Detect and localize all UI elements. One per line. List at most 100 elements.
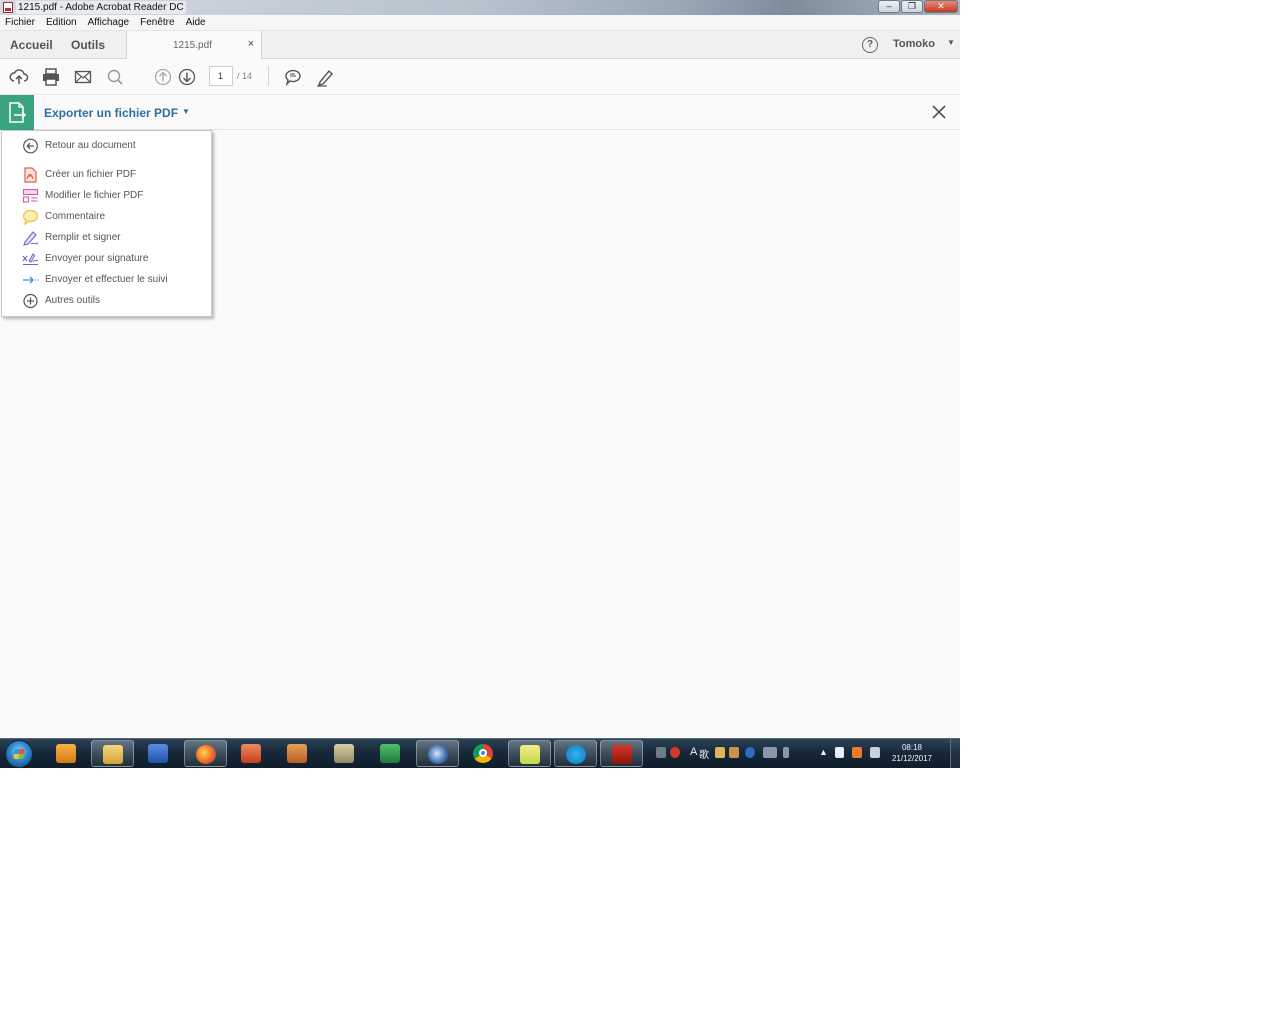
- tray-ime-settings-icon[interactable]: [783, 747, 789, 758]
- tray-help-icon[interactable]: [745, 747, 755, 758]
- menu-item-edit-pdf[interactable]: Modifier le fichier PDF: [2, 186, 211, 206]
- maximize-button[interactable]: ❐: [901, 0, 923, 13]
- taskbar-firefox[interactable]: [184, 740, 227, 767]
- taskbar-notes[interactable]: [508, 740, 551, 767]
- menu-item-more-tools[interactable]: Autres outils: [2, 291, 211, 311]
- taskbar-app-files[interactable]: [323, 740, 366, 767]
- menu-affichage[interactable]: Affichage: [88, 15, 130, 30]
- menu-item-back-to-document[interactable]: Retour au document: [2, 136, 211, 156]
- tool-pane-title[interactable]: Exporter un fichier PDF: [44, 106, 178, 120]
- tray-alert-icon[interactable]: [670, 747, 680, 758]
- menu-item-create-pdf[interactable]: Créer un fichier PDF: [2, 165, 211, 185]
- create-pdf-icon: [22, 167, 39, 183]
- tool-pane-header: Exporter un fichier PDF ▼: [0, 94, 960, 130]
- skype-icon: [566, 745, 586, 764]
- action-center-flag-icon[interactable]: [835, 747, 844, 758]
- tray-ime-tool-icon[interactable]: [715, 747, 725, 758]
- fill-sign-icon: [22, 230, 39, 246]
- chrome-icon: [473, 744, 493, 763]
- highlight-pen-icon[interactable]: [315, 67, 335, 87]
- acrobat-icon: [612, 745, 632, 764]
- window-title: 1215.pdf - Adobe Acrobat Reader DC: [16, 1, 186, 14]
- send-track-icon: [22, 272, 39, 288]
- menu-item-label: Envoyer pour signature: [45, 253, 149, 264]
- acrobat-app-icon: [3, 2, 13, 13]
- windows-taskbar: A 歌 ▲ 08:18 21/12/2017: [0, 738, 960, 768]
- tray-firefox-x-icon[interactable]: [852, 747, 862, 758]
- menu-item-comment[interactable]: Commentaire: [2, 207, 211, 227]
- taskbar-powerpoint[interactable]: [230, 740, 273, 767]
- tab-home[interactable]: Accueil: [10, 31, 53, 59]
- upload-cloud-icon[interactable]: [9, 67, 29, 87]
- tray-ime-options-icon[interactable]: [763, 747, 777, 758]
- page-total: / 14: [237, 71, 253, 81]
- clock-time: 08:18: [901, 743, 922, 752]
- taskbar-media-player[interactable]: [45, 740, 88, 767]
- excel-icon: [380, 744, 400, 763]
- ime-kana-label[interactable]: 歌: [699, 746, 709, 761]
- help-icon[interactable]: ?: [862, 37, 878, 53]
- title-bar: 1215.pdf - Adobe Acrobat Reader DC – ❐ ✕: [0, 0, 960, 15]
- minimize-button[interactable]: –: [878, 0, 900, 13]
- toolbar: [0, 59, 960, 94]
- next-page-icon[interactable]: [177, 67, 197, 87]
- media-player-icon: [56, 744, 76, 763]
- taskbar-chrome[interactable]: [462, 740, 505, 767]
- tray-package-icon[interactable]: [729, 747, 739, 758]
- tab-document[interactable]: 1215.pdf ×: [126, 31, 262, 60]
- menu-aide[interactable]: Aide: [186, 15, 206, 30]
- volume-icon[interactable]: [870, 747, 880, 758]
- menu-item-label: Modifier le fichier PDF: [45, 190, 144, 201]
- chevron-down-icon[interactable]: ▼: [947, 38, 955, 47]
- menu-fichier[interactable]: Fichier: [5, 15, 35, 30]
- menu-item-label: Autres outils: [45, 295, 101, 306]
- menu-item-fill-sign[interactable]: Remplir et signer: [2, 228, 211, 248]
- tool-switcher-chevron-icon[interactable]: ▼: [182, 107, 190, 116]
- menu-item-send-track[interactable]: Envoyer et effectuer le suivi: [2, 270, 211, 290]
- print-icon[interactable]: [41, 67, 61, 87]
- show-hidden-icons-icon[interactable]: ▲: [819, 747, 828, 757]
- powerpoint-icon: [241, 744, 261, 763]
- email-icon[interactable]: [73, 67, 93, 87]
- tray-network-icon[interactable]: [656, 747, 666, 758]
- comment-icon: [22, 209, 39, 226]
- toolbar-divider: [268, 66, 269, 86]
- menu-bar: Fichier Edition Affichage Fenêtre Aide: [0, 15, 960, 31]
- firefox-icon: [196, 745, 216, 764]
- menu-fenetre[interactable]: Fenêtre: [140, 15, 174, 30]
- tab-tools[interactable]: Outils: [71, 31, 105, 59]
- document-tab-label: 1215.pdf: [173, 40, 212, 51]
- comment-bubble-icon[interactable]: [283, 67, 303, 87]
- menu-edition[interactable]: Edition: [46, 15, 77, 30]
- page-number-input[interactable]: 1: [209, 66, 233, 86]
- menu-item-send-signature[interactable]: Envoyer pour signature: [2, 249, 211, 269]
- chrome-center-icon: [479, 749, 487, 757]
- menu-item-label: Envoyer et effectuer le suivi: [45, 274, 168, 285]
- menu-item-label: Créer un fichier PDF: [45, 169, 137, 180]
- clock-date: 21/12/2017: [891, 754, 932, 763]
- folder-icon: [103, 745, 123, 764]
- window-controls: – ❐ ✕: [877, 0, 958, 14]
- close-window-button[interactable]: ✕: [924, 0, 958, 13]
- ime-mode-label[interactable]: A: [690, 746, 697, 758]
- taskbar-word[interactable]: [137, 740, 180, 767]
- sticky-notes-icon: [520, 745, 540, 764]
- taskbar-skype[interactable]: [554, 740, 597, 767]
- show-desktop-button[interactable]: [950, 739, 960, 768]
- taskbar-app-box[interactable]: [276, 740, 319, 767]
- taskbar-excel[interactable]: [369, 740, 412, 767]
- system-tray: A 歌 ▲ 08:18 21/12/2017: [652, 739, 952, 768]
- previous-page-icon[interactable]: [153, 67, 173, 87]
- clock[interactable]: 08:18 21/12/2017: [892, 742, 932, 764]
- taskbar-thunderbird[interactable]: [416, 740, 459, 767]
- taskbar-acrobat[interactable]: [600, 740, 643, 767]
- search-icon[interactable]: [105, 67, 125, 87]
- start-button[interactable]: [5, 740, 33, 768]
- menu-item-label: Remplir et signer: [45, 232, 121, 243]
- close-tool-pane-icon[interactable]: [930, 103, 948, 121]
- tab-bar: Accueil Outils 1215.pdf ×: [0, 31, 960, 60]
- export-pdf-tool-icon[interactable]: [0, 95, 34, 130]
- user-name[interactable]: Tomoko: [893, 38, 935, 50]
- taskbar-explorer[interactable]: [91, 740, 134, 767]
- close-tab-icon[interactable]: ×: [248, 38, 254, 50]
